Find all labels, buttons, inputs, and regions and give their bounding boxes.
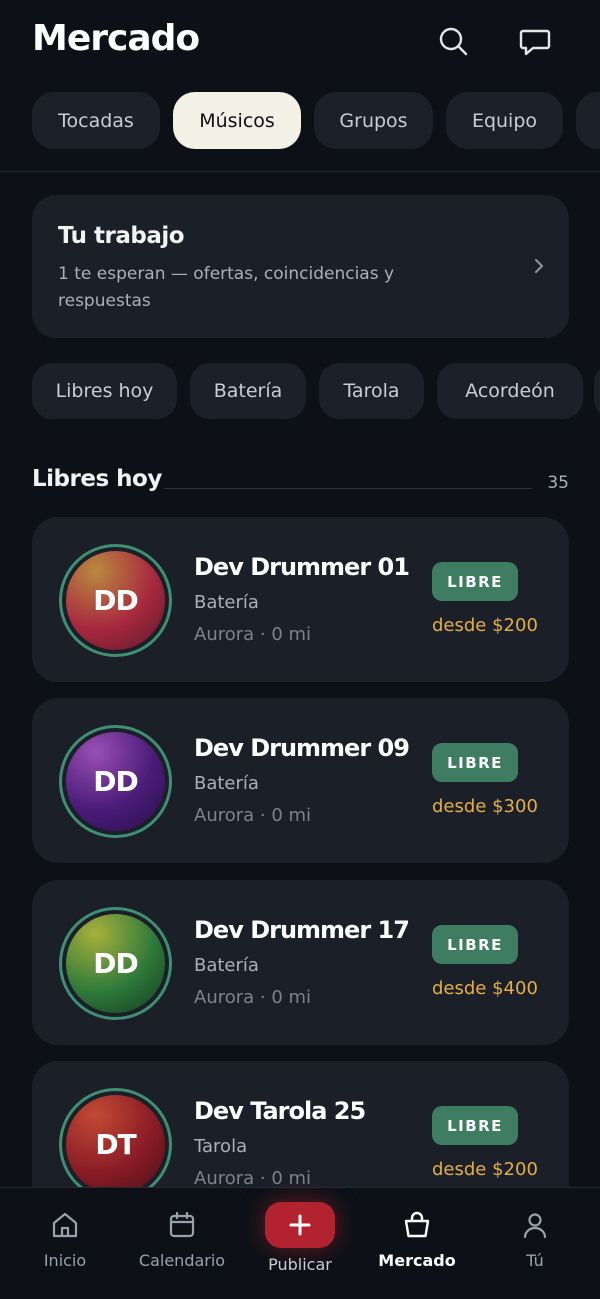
tab-equipo[interactable]: Equipo bbox=[446, 92, 563, 149]
status-badge: LIBRE bbox=[432, 1106, 518, 1145]
tab-grupos[interactable]: Grupos bbox=[314, 92, 433, 149]
musician-price: desde $200 bbox=[432, 615, 538, 636]
header: Mercado bbox=[0, 0, 600, 84]
chip-acordeon[interactable]: Acordeón bbox=[437, 363, 583, 419]
nav-label: Publicar bbox=[268, 1255, 332, 1274]
musician-name: Dev Drummer 17 bbox=[194, 916, 410, 944]
avatar-ring: DD bbox=[59, 544, 172, 657]
chat-bubble-icon[interactable] bbox=[518, 24, 552, 58]
chip-label: Libres hoy bbox=[55, 380, 154, 402]
tab-more[interactable] bbox=[576, 92, 600, 149]
musician-location: Aurora · 0 mi bbox=[194, 805, 312, 826]
chip-label: Acordeón bbox=[465, 380, 555, 402]
musician-location: Aurora · 0 mi bbox=[194, 987, 312, 1008]
work-card-title: Tu trabajo bbox=[58, 223, 185, 249]
page-title: Mercado bbox=[32, 18, 200, 59]
nav-item-publicar[interactable]: Publicar bbox=[240, 1188, 360, 1299]
nav-label: Calendario bbox=[138, 1251, 226, 1270]
tab-label: Músicos bbox=[199, 109, 275, 132]
chip-label: Batería bbox=[213, 380, 283, 402]
tab-musicos[interactable]: Músicos bbox=[173, 92, 301, 149]
musician-card[interactable]: DD Dev Drummer 17 Batería Aurora · 0 mi … bbox=[32, 880, 569, 1045]
bottom-nav: Inicio Calendario Publicar Mercado Tú bbox=[0, 1187, 600, 1299]
plus-icon bbox=[289, 1214, 311, 1236]
musician-instrument: Tarola bbox=[194, 1136, 248, 1157]
section-count: 35 bbox=[547, 473, 569, 493]
tab-label: Equipo bbox=[471, 109, 538, 132]
chip-libres-hoy[interactable]: Libres hoy bbox=[32, 363, 177, 419]
musician-instrument: Batería bbox=[194, 592, 259, 613]
chip-bateria[interactable]: Batería bbox=[190, 363, 306, 419]
tab-label: Tocadas bbox=[58, 109, 134, 132]
avatar-ring: DD bbox=[59, 725, 172, 838]
section-divider bbox=[164, 488, 532, 489]
status-badge: LIBRE bbox=[432, 743, 518, 782]
tab-label: Grupos bbox=[339, 109, 408, 132]
status-badge: LIBRE bbox=[432, 925, 518, 964]
musician-price: desde $400 bbox=[432, 978, 538, 999]
musician-price: desde $200 bbox=[432, 1159, 538, 1180]
nav-item-mercado[interactable]: Mercado bbox=[357, 1188, 477, 1299]
home-icon bbox=[50, 1210, 80, 1240]
app-screen: Mercado Tocadas Músicos Grupos Equipo Tu… bbox=[0, 0, 600, 1299]
search-icon[interactable] bbox=[436, 24, 470, 58]
filter-chips: Libres hoy Batería Tarola Acordeón bbox=[0, 363, 600, 420]
calendar-icon bbox=[167, 1210, 197, 1240]
avatar: DD bbox=[66, 732, 165, 831]
musician-instrument: Batería bbox=[194, 955, 259, 976]
nav-label: Mercado bbox=[378, 1251, 456, 1270]
header-divider bbox=[0, 171, 600, 172]
tab-tocadas[interactable]: Tocadas bbox=[32, 92, 160, 149]
avatar: DT bbox=[66, 1095, 165, 1194]
avatar-ring: DD bbox=[59, 907, 172, 1020]
work-card[interactable]: Tu trabajo 1 te esperan — ofertas, coinc… bbox=[32, 195, 569, 338]
musician-card[interactable]: DD Dev Drummer 01 Batería Aurora · 0 mi … bbox=[32, 517, 569, 682]
chip-tarola[interactable]: Tarola bbox=[319, 363, 424, 419]
work-card-subtitle: 1 te esperan — ofertas, coincidencias y … bbox=[58, 264, 395, 311]
avatar-ring: DT bbox=[59, 1088, 172, 1201]
avatar: DD bbox=[66, 551, 165, 650]
musician-card[interactable]: DD Dev Drummer 09 Batería Aurora · 0 mi … bbox=[32, 698, 569, 863]
musician-price: desde $300 bbox=[432, 796, 538, 817]
nav-label: Inicio bbox=[43, 1251, 87, 1270]
nav-item-calendario[interactable]: Calendario bbox=[122, 1188, 242, 1299]
user-icon bbox=[520, 1210, 550, 1240]
nav-item-inicio[interactable]: Inicio bbox=[5, 1188, 125, 1299]
nav-label: Tú bbox=[526, 1251, 544, 1270]
chip-label: Tarola bbox=[343, 380, 400, 402]
musician-instrument: Batería bbox=[194, 773, 259, 794]
shopping-bag-icon bbox=[402, 1210, 432, 1240]
musician-location: Aurora · 0 mi bbox=[194, 624, 312, 645]
musician-location: Aurora · 0 mi bbox=[194, 1168, 312, 1189]
nav-item-tu[interactable]: Tú bbox=[475, 1188, 595, 1299]
section-title: Libres hoy bbox=[32, 466, 162, 492]
status-badge: LIBRE bbox=[432, 562, 518, 601]
musician-name: Dev Drummer 01 bbox=[194, 553, 410, 581]
category-tabs: Tocadas Músicos Grupos Equipo bbox=[0, 92, 600, 150]
publish-button[interactable] bbox=[265, 1202, 335, 1248]
avatar: DD bbox=[66, 914, 165, 1013]
musician-name: Dev Tarola 25 bbox=[194, 1097, 366, 1125]
chip-more[interactable] bbox=[594, 363, 600, 419]
musician-name: Dev Drummer 09 bbox=[194, 734, 410, 762]
chevron-right-icon bbox=[531, 255, 547, 277]
